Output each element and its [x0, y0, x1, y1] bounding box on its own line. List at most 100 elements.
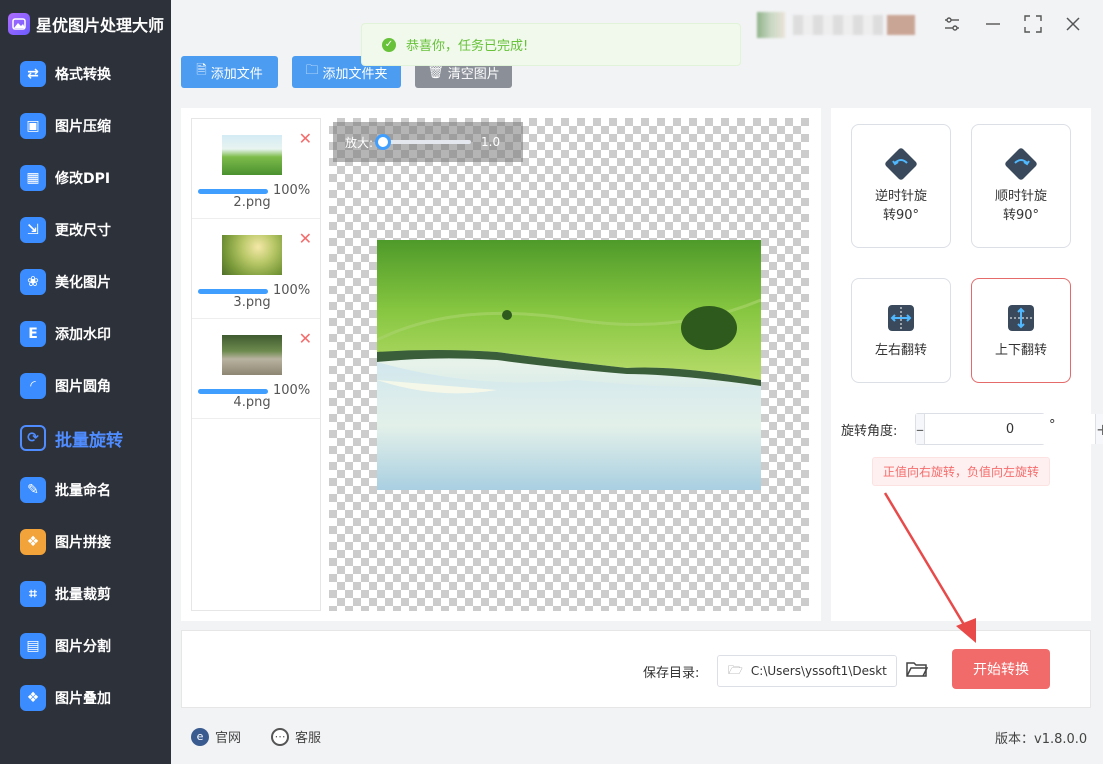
remove-file-icon[interactable]: ✕ — [299, 129, 312, 148]
rotate-ccw-90-button[interactable]: 逆时针旋 转90° — [851, 124, 951, 248]
zoom-slider-handle[interactable] — [375, 134, 392, 150]
sidebar-item-label: 图片叠加 — [55, 691, 111, 707]
flip-vertical-icon — [1008, 305, 1034, 331]
sidebar-nav: ⇄ 格式转换 ▣ 图片压缩 ▦ 修改DPI ⇲ 更改尺寸 ❀ 美化图片 E 添加水印 ◜ 图片圆角 ⟳ 批量旋… — [0, 48, 171, 724]
sidebar-item-rename[interactable]: ✎ 批量命名 — [0, 464, 171, 516]
avatar[interactable] — [757, 12, 785, 38]
file-name: 4.png — [233, 395, 271, 410]
website-label: 官网 — [215, 731, 242, 746]
rotate-ccw-label-line1: 逆时针旋 — [874, 189, 927, 204]
rotate-icon: ⟳ — [20, 425, 46, 451]
decrement-button[interactable]: – — [916, 414, 924, 444]
progress-bar — [198, 189, 268, 194]
settings-sliders-icon[interactable] — [940, 12, 964, 36]
zoom-value: 1.0 — [481, 135, 501, 149]
list-item[interactable]: ✕ 100% 4.png — [192, 319, 320, 419]
watermark-icon: E — [20, 321, 46, 347]
flip-horizontal-button[interactable]: 左右翻转 — [851, 278, 951, 383]
sidebar-item-dpi[interactable]: ▦ 修改DPI — [0, 152, 171, 204]
close-icon[interactable] — [1061, 12, 1085, 36]
sidebar-item-format-convert[interactable]: ⇄ 格式转换 — [0, 48, 171, 100]
save-directory-label: 保存目录: — [643, 666, 700, 681]
sidebar-item-label: 图片拼接 — [55, 535, 111, 551]
list-item[interactable]: ✕ 100% 3.png — [192, 219, 320, 319]
sidebar-item-label: 批量旋转 — [55, 430, 123, 451]
sidebar-item-compress[interactable]: ▣ 图片压缩 — [0, 100, 171, 152]
rotate-ccw-label-line2: 转90° — [882, 208, 920, 223]
app-logo-icon — [8, 13, 30, 35]
remove-file-icon[interactable]: ✕ — [299, 229, 312, 248]
website-e-icon: e — [191, 727, 209, 746]
rotate-ccw-icon — [885, 148, 917, 180]
degree-symbol: ° — [1049, 418, 1056, 433]
start-convert-button[interactable]: 开始转换 — [952, 649, 1050, 689]
flip-horizontal-label: 左右翻转 — [874, 343, 927, 358]
sidebar-item-label: 批量裁剪 — [55, 587, 111, 603]
sidebar-item-crop[interactable]: ⌗ 批量裁剪 — [0, 568, 171, 620]
user-info[interactable] — [757, 12, 915, 38]
sidebar-item-round-corner[interactable]: ◜ 图片圆角 — [0, 360, 171, 412]
rotation-angle-input[interactable] — [924, 414, 1096, 444]
support-link[interactable]: ⋯ 客服 — [271, 727, 321, 746]
add-file-label: 添加文件 — [210, 66, 263, 82]
list-item[interactable]: ✕ 100% 2.png — [192, 119, 320, 219]
stitch-icon: ❖ — [20, 529, 46, 555]
trash-icon: 🗑 — [427, 64, 444, 80]
file-name: 2.png — [233, 195, 271, 210]
maximize-icon[interactable] — [1021, 12, 1045, 36]
website-link[interactable]: e 官网 — [191, 727, 241, 746]
sidebar-item-stitch[interactable]: ❖ 图片拼接 — [0, 516, 171, 568]
thumbnail-image — [222, 135, 282, 175]
sidebar-item-label: 图片压缩 — [55, 119, 111, 135]
remove-file-icon[interactable]: ✕ — [299, 329, 312, 348]
minimize-icon[interactable] — [981, 12, 1005, 36]
user-badge — [887, 15, 915, 35]
rotation-angle-stepper[interactable]: – + — [915, 413, 1103, 445]
resize-icon: ⇲ — [20, 217, 46, 243]
version-text: 版本：v1.8.0.0 — [995, 732, 1088, 747]
file-name: 3.png — [233, 295, 271, 310]
rotate-cw-icon — [1005, 148, 1037, 180]
progress-bar — [198, 289, 268, 294]
sidebar-item-layers[interactable]: ❖ 图片叠加 — [0, 672, 171, 724]
round-corner-icon: ◜ — [20, 373, 46, 399]
crop-icon: ⌗ — [20, 581, 46, 607]
sidebar-item-label: 修改DPI — [55, 171, 111, 187]
layers-icon: ❖ — [20, 685, 46, 711]
file-icon: 🗎 — [196, 63, 207, 78]
increment-button[interactable]: + — [1096, 414, 1103, 444]
support-chat-icon: ⋯ — [271, 727, 289, 746]
thumbnail-image — [222, 335, 282, 375]
split-icon: ▤ — [20, 633, 46, 659]
sidebar-item-beautify[interactable]: ❀ 美化图片 — [0, 256, 171, 308]
sidebar-item-split[interactable]: ▤ 图片分割 — [0, 620, 171, 672]
flip-vertical-button[interactable]: 上下翻转 — [971, 278, 1071, 383]
zoom-slider[interactable] — [375, 134, 472, 150]
sidebar-item-rotate[interactable]: ⟳ 批量旋转 — [0, 412, 171, 464]
sidebar-item-label: 图片分割 — [55, 639, 111, 655]
sidebar-item-label: 格式转换 — [55, 67, 111, 83]
rotate-cw-label: 顺时针旋 转90° — [986, 187, 1056, 225]
dpi-icon: ▦ — [20, 165, 46, 191]
support-label: 客服 — [295, 731, 322, 746]
browse-folder-icon[interactable] — [906, 660, 929, 682]
save-directory-field[interactable]: 🗁 C:\Users\yssoft1\Deskt — [717, 655, 897, 687]
file-list[interactable]: ✕ 100% 2.png ✕ 100% 3.png ✕ 100% 4.png — [191, 118, 321, 611]
rotation-hint: 正值向右旋转，负值向左旋转 — [872, 457, 1050, 486]
sidebar-item-label: 添加水印 — [55, 327, 111, 343]
sidebar: 星优图片处理大师 ⇄ 格式转换 ▣ 图片压缩 ▦ 修改DPI ⇲ 更改尺寸 ❀ 美化图片 E 添加水印… — [0, 0, 171, 764]
sidebar-item-label: 更改尺寸 — [55, 223, 111, 239]
rotate-cw-90-button[interactable]: 顺时针旋 转90° — [971, 124, 1071, 248]
flip-vertical-label: 上下翻转 — [994, 343, 1047, 358]
sidebar-item-label: 美化图片 — [55, 275, 111, 291]
sidebar-item-resize[interactable]: ⇲ 更改尺寸 — [0, 204, 171, 256]
zoom-label: 放大: — [345, 135, 374, 150]
image-preview[interactable]: 放大: 1.0 — [329, 118, 809, 611]
sidebar-item-label: 批量命名 — [55, 483, 111, 499]
toast-message: 恭喜你，任务已完成! — [406, 39, 529, 54]
check-circle-icon: ✓ — [382, 37, 396, 52]
compress-icon: ▣ — [20, 113, 46, 139]
user-name — [793, 15, 883, 35]
sidebar-item-watermark[interactable]: E 添加水印 — [0, 308, 171, 360]
add-file-button[interactable]: 🗎 添加文件 — [181, 56, 278, 88]
